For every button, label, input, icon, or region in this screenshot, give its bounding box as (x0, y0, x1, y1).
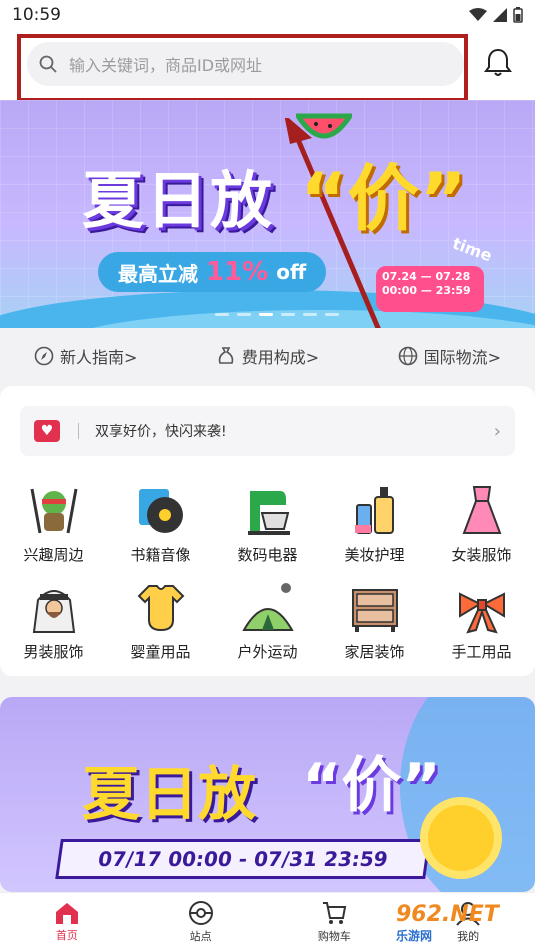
banner-sub-suffix: off (276, 260, 307, 284)
guide-logistics-link[interactable]: 国际物流> (398, 344, 501, 368)
banner-sub-label: 最高立减 (118, 261, 198, 286)
category-card: ♥ 双享好价，快闪来袭! › 兴趣周边 书籍音像 数码电器 美妆护理 女装服饰 … (0, 386, 535, 676)
banner-dot (237, 313, 251, 316)
site-watermark: 962.NET 乐游网 (396, 902, 499, 944)
banner-dot (325, 313, 339, 316)
tab-site-label: 站点 (189, 930, 212, 943)
tab-site[interactable]: 站点 (134, 893, 268, 951)
banner-dot (215, 313, 229, 316)
guide-fees-link[interactable]: 费用构成> (216, 344, 319, 368)
banner-dot (303, 313, 317, 316)
category-label: 兴趣周边 (23, 546, 84, 564)
category-item-outdoor[interactable]: 户外运动 (214, 579, 321, 662)
stand-mixer-icon (238, 482, 298, 540)
category-label: 婴童用品 (130, 643, 191, 661)
category-label: 数码电器 (237, 546, 298, 564)
category-label: 家居装饰 (344, 643, 405, 661)
category-item-mens[interactable]: 男装服饰 (0, 579, 107, 662)
category-label: 男装服饰 (23, 643, 84, 661)
tab-cart[interactable]: 购物车 (268, 893, 402, 951)
banner-title: 夏日放 (82, 164, 275, 237)
search-input[interactable]: 输入关键词，商品ID或网址 (27, 42, 464, 86)
guide-fees-label: 费用构成> (241, 348, 320, 367)
category-label: 女装服饰 (451, 546, 512, 564)
tab-cart-label: 购物车 (317, 930, 351, 943)
category-item-home[interactable]: 家居装饰 (321, 579, 428, 662)
status-icons (469, 7, 523, 23)
promo-date-range: 07/17 00:00 - 07/31 23:59 (55, 839, 431, 879)
guide-newbie-link[interactable]: 新人指南> (34, 344, 137, 368)
guide-newbie-label: 新人指南> (60, 348, 138, 367)
banner-pagination (215, 313, 339, 316)
banner-discount: 最高立减 11% off (98, 252, 327, 292)
banner-price-word: “价” (300, 157, 467, 241)
bell-icon (484, 48, 512, 76)
baby-onesie-icon (131, 579, 191, 637)
promo-title: 夏日放 (82, 760, 257, 828)
category-item-crafts[interactable]: 手工用品 (428, 579, 535, 662)
banner-date-end: 07.28 (435, 270, 471, 283)
banner-time-end: 23:59 (435, 284, 471, 298)
tab-home[interactable]: 首页 (0, 893, 134, 951)
top-header: 输入关键词，商品ID或网址 (0, 30, 535, 102)
tent-icon (238, 579, 298, 637)
status-time: 10:59 (12, 5, 61, 25)
chevron-right-icon: › (493, 420, 501, 442)
watermark-main: 962.NET (396, 902, 499, 927)
category-item-electronics[interactable]: 数码电器 (214, 482, 321, 565)
banner-time-start: 00:00 (382, 284, 418, 298)
money-bag-icon (218, 347, 234, 364)
search-icon (39, 55, 57, 73)
sun-mascot-icon (428, 805, 494, 871)
tab-home-label: 首页 (55, 929, 78, 942)
notice-bar[interactable]: ♥ 双享好价，快闪来袭! › (20, 406, 515, 456)
promo-price-word: “价” (302, 751, 441, 821)
category-item-womens[interactable]: 女装服饰 (428, 482, 535, 565)
battery-icon (513, 7, 523, 23)
site-icon (188, 901, 213, 925)
home-icon (55, 903, 78, 924)
category-label: 美妆护理 (344, 546, 405, 564)
category-item-interests[interactable]: 兴趣周边 (0, 482, 107, 565)
notice-divider (78, 423, 79, 439)
notice-text: 双享好价，快闪来袭! (95, 424, 227, 440)
ninja-turtle-icon (24, 482, 84, 540)
wifi-icon (469, 8, 487, 21)
heart-badge-icon: ♥ (34, 420, 60, 442)
signal-icon (493, 8, 507, 22)
search-placeholder: 输入关键词，商品ID或网址 (69, 56, 263, 75)
scarf-bow-icon (452, 579, 512, 637)
category-item-beauty[interactable]: 美妆护理 (321, 482, 428, 565)
dresser-icon (345, 579, 405, 637)
category-label: 手工用品 (451, 643, 512, 661)
guide-logistics-label: 国际物流> (423, 348, 501, 367)
category-grid: 兴趣周边 书籍音像 数码电器 美妆护理 女装服饰 男装服饰 婴童用品 户外运动 … (0, 482, 535, 662)
category-item-books[interactable]: 书籍音像 (107, 482, 214, 565)
cosmetics-bottles-icon (345, 482, 405, 540)
globe-icon (398, 346, 417, 366)
pink-dress-icon (452, 482, 512, 540)
notification-button[interactable] (480, 44, 516, 80)
category-label: 书籍音像 (130, 546, 191, 564)
category-label: 户外运动 (237, 643, 298, 661)
banner-dot-active (259, 313, 273, 316)
status-bar: 10:59 (0, 0, 535, 30)
banner-date-badge: 07.24 — 07.28 00:00 — 23:59 (376, 266, 484, 312)
promo-banner[interactable]: 夏日放 “价” 07/17 00:00 - 07/31 23:59 (0, 697, 535, 892)
compass-icon (34, 346, 54, 366)
cart-icon (323, 902, 347, 924)
guide-row: 新人指南> 费用构成> 国际物流> (0, 328, 535, 384)
arab-man-icon (24, 579, 84, 637)
vinyl-record-icon (131, 482, 191, 540)
watermark-sub: 乐游网 (396, 929, 433, 943)
banner-dot (281, 313, 295, 316)
banner-sub-pct: 11% (206, 257, 269, 287)
banner-date-start: 07.24 (382, 270, 417, 283)
category-item-baby[interactable]: 婴童用品 (107, 579, 214, 662)
